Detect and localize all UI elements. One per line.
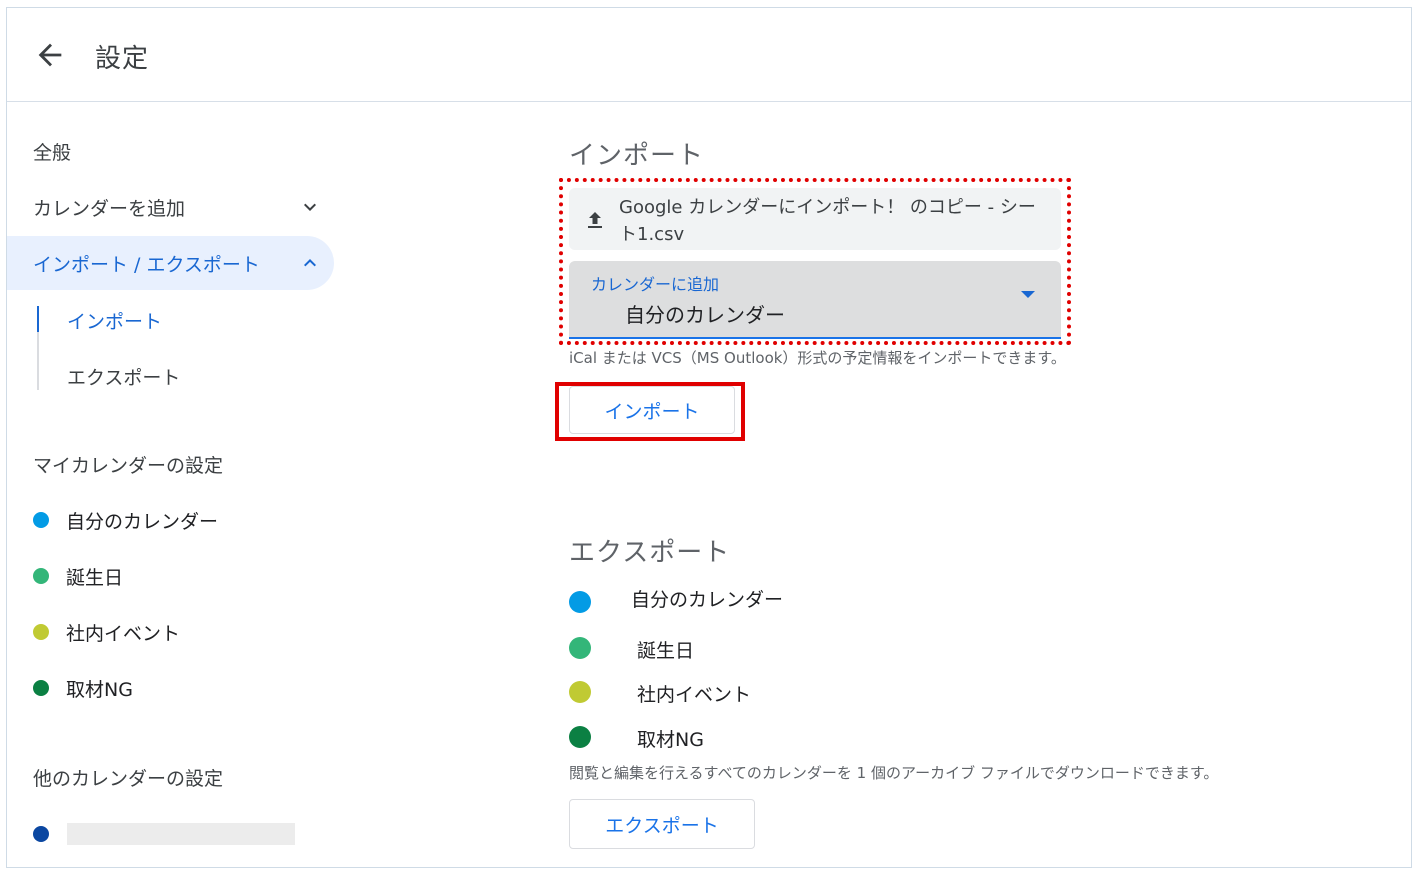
- export-hint: 閲覧と編集を行えるすべてのカレンダーを 1 個のアーカイブ ファイルでダウンロー…: [569, 764, 1219, 782]
- sidebar-subitem-export[interactable]: エクスポート: [67, 363, 180, 390]
- page-title: 設定: [95, 44, 150, 74]
- chevron-down-icon: [304, 203, 316, 211]
- sidebar-item-add-calendar[interactable]: カレンダーを追加: [7, 180, 334, 234]
- calendar-color-dot: [33, 568, 49, 584]
- highlight-box: [555, 382, 745, 441]
- sidebar-calendar-other[interactable]: [33, 819, 66, 849]
- calendar-color-dot: [569, 637, 591, 659]
- export-calendar-birthday: 誕生日: [569, 637, 694, 662]
- sub-nav-line: [37, 332, 39, 390]
- export-calendar-no-interview: 取材NG: [569, 726, 704, 751]
- calendar-label: 自分のカレンダー: [631, 589, 784, 611]
- export-heading: エクスポート: [569, 538, 731, 568]
- export-button[interactable]: エクスポート: [569, 799, 755, 849]
- calendar-color-dot: [33, 680, 49, 696]
- calendar-label: 取材NG: [66, 678, 133, 701]
- sidebar-calendar-company-events[interactable]: 社内イベント: [33, 617, 180, 647]
- calendar-label: 社内イベント: [637, 684, 752, 706]
- sidebar-calendar-no-interview[interactable]: 取材NG: [33, 673, 133, 703]
- redacted-calendar-name: [67, 823, 295, 845]
- sidebar-item-label: 全般: [33, 141, 72, 164]
- highlight-dotted-box: [559, 178, 1071, 345]
- calendar-color-dot: [33, 512, 49, 528]
- my-calendars-heading: マイカレンダーの設定: [33, 455, 224, 477]
- sidebar-calendar-birthday[interactable]: 誕生日: [33, 561, 123, 591]
- calendar-color-dot: [569, 591, 591, 613]
- settings-header: 設定: [7, 8, 1411, 102]
- import-heading: インポート: [569, 141, 705, 171]
- chevron-up-icon: [304, 259, 316, 267]
- sidebar-calendar-mine[interactable]: 自分のカレンダー: [33, 505, 218, 535]
- calendar-label: 取材NG: [637, 729, 704, 751]
- calendar-color-dot: [569, 726, 591, 748]
- sidebar-item-general[interactable]: 全般: [7, 124, 334, 178]
- calendar-color-dot: [33, 826, 49, 842]
- sidebar-item-label: インポート / エクスポート: [33, 253, 260, 276]
- sidebar-item-label: カレンダーを追加: [33, 197, 186, 220]
- calendar-label: 誕生日: [66, 566, 124, 589]
- arrow-back-icon: [38, 43, 62, 67]
- calendar-color-dot: [569, 681, 591, 703]
- sidebar-item-import-export[interactable]: インポート / エクスポート: [7, 236, 334, 290]
- calendar-label: 自分のカレンダー: [66, 510, 219, 533]
- calendar-label: 社内イベント: [66, 622, 181, 645]
- export-calendar-mine: 自分のカレンダー: [569, 589, 783, 613]
- import-hint: iCal または VCS（MS Outlook）形式の予定情報をインポートできま…: [569, 349, 1066, 367]
- calendar-label: 誕生日: [637, 640, 695, 662]
- export-calendar-company-events: 社内イベント: [569, 681, 751, 706]
- calendar-color-dot: [33, 624, 49, 640]
- sidebar-subitem-import[interactable]: インポート: [67, 307, 162, 334]
- other-calendars-heading: 他のカレンダーの設定: [33, 768, 224, 790]
- back-button[interactable]: [33, 38, 67, 72]
- sub-nav-active-indicator: [37, 306, 39, 332]
- settings-window: 設定 全般 カレンダーを追加 インポート / エクスポート インポート エクスポ…: [6, 7, 1412, 868]
